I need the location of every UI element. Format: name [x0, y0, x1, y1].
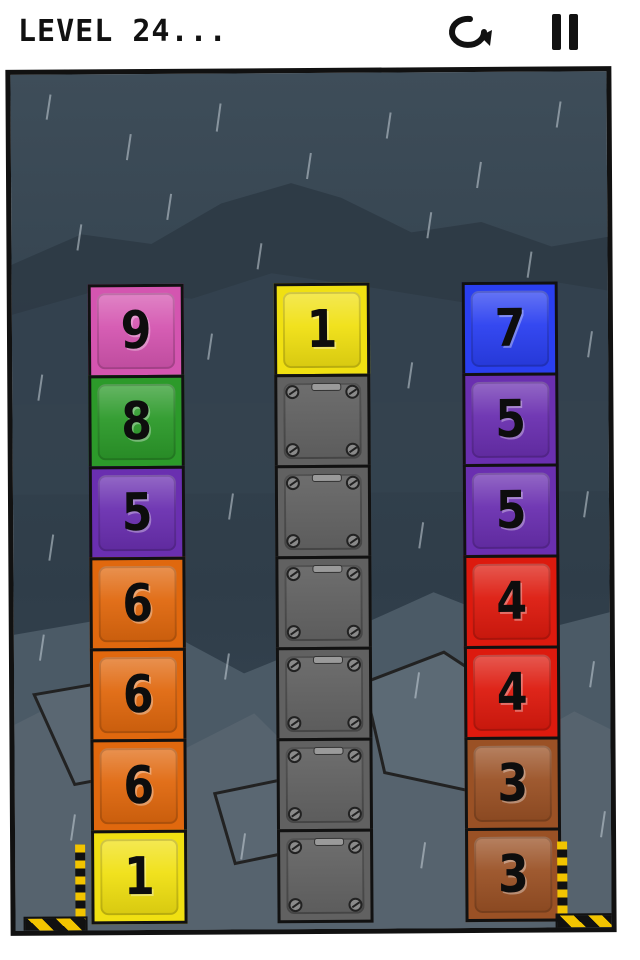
steel-block [277, 828, 374, 924]
rivet-icon [347, 806, 362, 821]
number-block[interactable]: 5 [88, 465, 186, 561]
steel-handle [311, 382, 342, 391]
block-number: 5 [494, 389, 527, 450]
column-right[interactable]: 7 5 5 4 4 3 3 [461, 281, 562, 923]
number-block[interactable]: 1 [91, 829, 188, 925]
rivet-icon [288, 840, 303, 855]
steel-handle [313, 746, 344, 755]
column-middle[interactable]: 1 [273, 282, 374, 924]
steel-block [275, 646, 373, 742]
rivet-icon [346, 533, 361, 548]
pause-button[interactable] [540, 6, 600, 58]
rivet-icon [345, 475, 360, 490]
rivet-icon [345, 384, 360, 399]
rivet-icon [285, 385, 300, 400]
rivet-icon [346, 566, 361, 581]
number-block[interactable]: 4 [463, 554, 560, 650]
rivet-icon [348, 839, 363, 854]
number-block[interactable]: 3 [465, 827, 562, 923]
block-number: 4 [496, 662, 528, 723]
number-block[interactable]: 9 [87, 283, 185, 379]
rivet-icon [346, 657, 362, 672]
number-block[interactable]: 6 [89, 647, 187, 743]
rivet-icon [287, 807, 302, 822]
rivet-icon [348, 897, 363, 912]
block-number: 8 [120, 391, 153, 453]
block-number: 3 [497, 753, 529, 814]
number-block[interactable]: 5 [462, 372, 559, 468]
number-block[interactable]: 7 [461, 281, 559, 377]
steel-block [274, 464, 372, 560]
block-number: 6 [123, 755, 155, 817]
hazard-post-left [75, 844, 86, 925]
rivet-icon [288, 898, 303, 913]
steel-block [275, 555, 372, 651]
steel-handle [314, 837, 345, 846]
restart-icon [449, 15, 492, 48]
number-block[interactable]: 1 [273, 282, 371, 378]
steel-handle [311, 473, 342, 482]
level-title: LEVEL 24... [18, 14, 228, 49]
steel-handle [312, 564, 343, 573]
block-number: 1 [123, 846, 155, 908]
rivet-icon [286, 534, 301, 549]
block-number: 6 [122, 573, 154, 635]
rivet-icon [345, 442, 360, 457]
number-block[interactable]: 3 [464, 736, 562, 832]
number-block[interactable]: 6 [90, 738, 188, 834]
rivet-icon [287, 716, 302, 731]
rivet-icon [347, 715, 362, 730]
pause-icon [552, 14, 578, 50]
rivet-icon [286, 658, 302, 673]
block-number: 5 [495, 480, 527, 541]
block-number: 7 [494, 298, 526, 359]
number-block[interactable]: 4 [463, 645, 561, 741]
steel-block [274, 373, 371, 469]
restart-button[interactable] [440, 6, 500, 58]
block-number: 4 [496, 571, 528, 632]
block-number: 1 [306, 299, 338, 361]
column-left[interactable]: 9 8 5 6 6 6 1 [87, 283, 188, 925]
rivet-icon [286, 625, 301, 640]
game-board: 9 8 5 6 6 6 1 1 7 5 5 4 4 3 3 [5, 66, 617, 936]
number-block[interactable]: 8 [88, 374, 185, 470]
steel-block [276, 737, 374, 833]
number-block[interactable]: 6 [89, 556, 186, 652]
block-number: 5 [121, 482, 153, 544]
hazard-stripe-right [555, 913, 617, 930]
hazard-stripe-left [23, 916, 88, 933]
block-number: 6 [122, 664, 154, 726]
rivet-icon [285, 476, 300, 491]
rivet-icon [286, 567, 301, 582]
block-number: 3 [497, 844, 529, 905]
block-number: 9 [120, 300, 152, 362]
rivet-icon [346, 624, 361, 639]
rivet-icon [285, 443, 300, 458]
rivet-icon [287, 749, 302, 764]
steel-handle [312, 655, 343, 664]
hazard-post-right [557, 841, 568, 922]
rivet-icon [347, 748, 362, 763]
number-block[interactable]: 5 [462, 463, 560, 559]
